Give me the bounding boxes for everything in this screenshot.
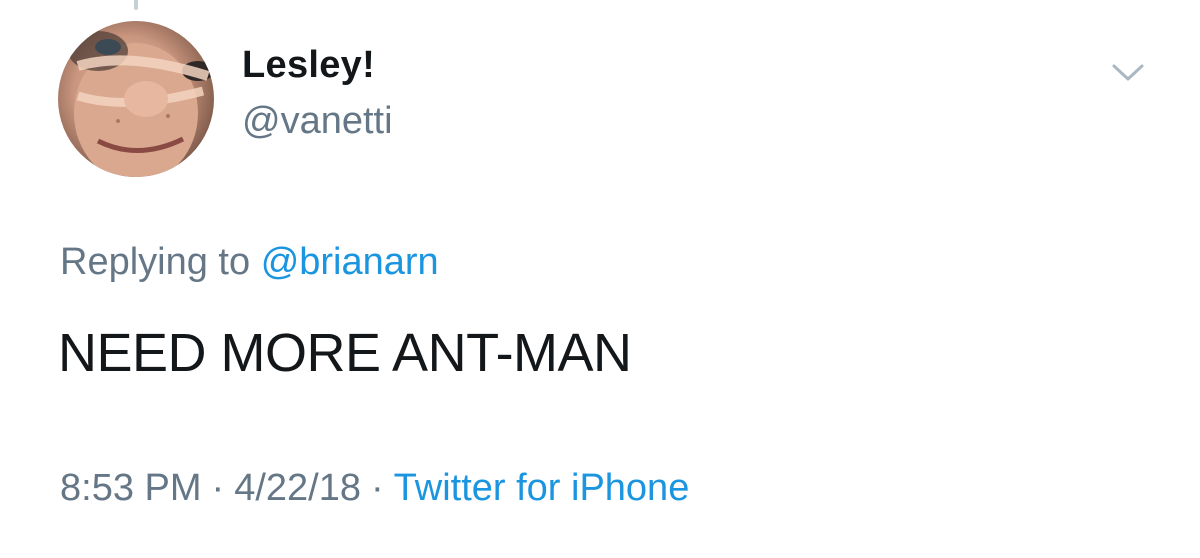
replying-to: Replying to @brianarn <box>60 241 439 284</box>
tweet-time: 8:53 PM <box>60 467 202 509</box>
tweet-date[interactable]: 4/22/18 <box>234 467 361 509</box>
tweet-meta: 8:53 PM · 4/22/18 · Twitter for iPhone <box>60 467 689 510</box>
tweet-text: NEED MORE ANT-MAN <box>58 323 632 383</box>
replying-to-label: Replying to <box>60 241 251 283</box>
thread-connector-line <box>134 0 138 10</box>
avatar-photo <box>68 31 214 177</box>
author-display-name[interactable]: Lesley! <box>242 44 375 87</box>
reply-mention-link[interactable]: @brianarn <box>261 241 439 283</box>
meta-separator: · <box>370 467 384 509</box>
author-handle[interactable]: @vanetti <box>242 100 393 143</box>
tweet-source-link[interactable]: Twitter for iPhone <box>394 467 690 509</box>
avatar[interactable] <box>58 21 214 177</box>
meta-separator: · <box>211 467 225 509</box>
chevron-down-icon[interactable] <box>1108 58 1148 86</box>
